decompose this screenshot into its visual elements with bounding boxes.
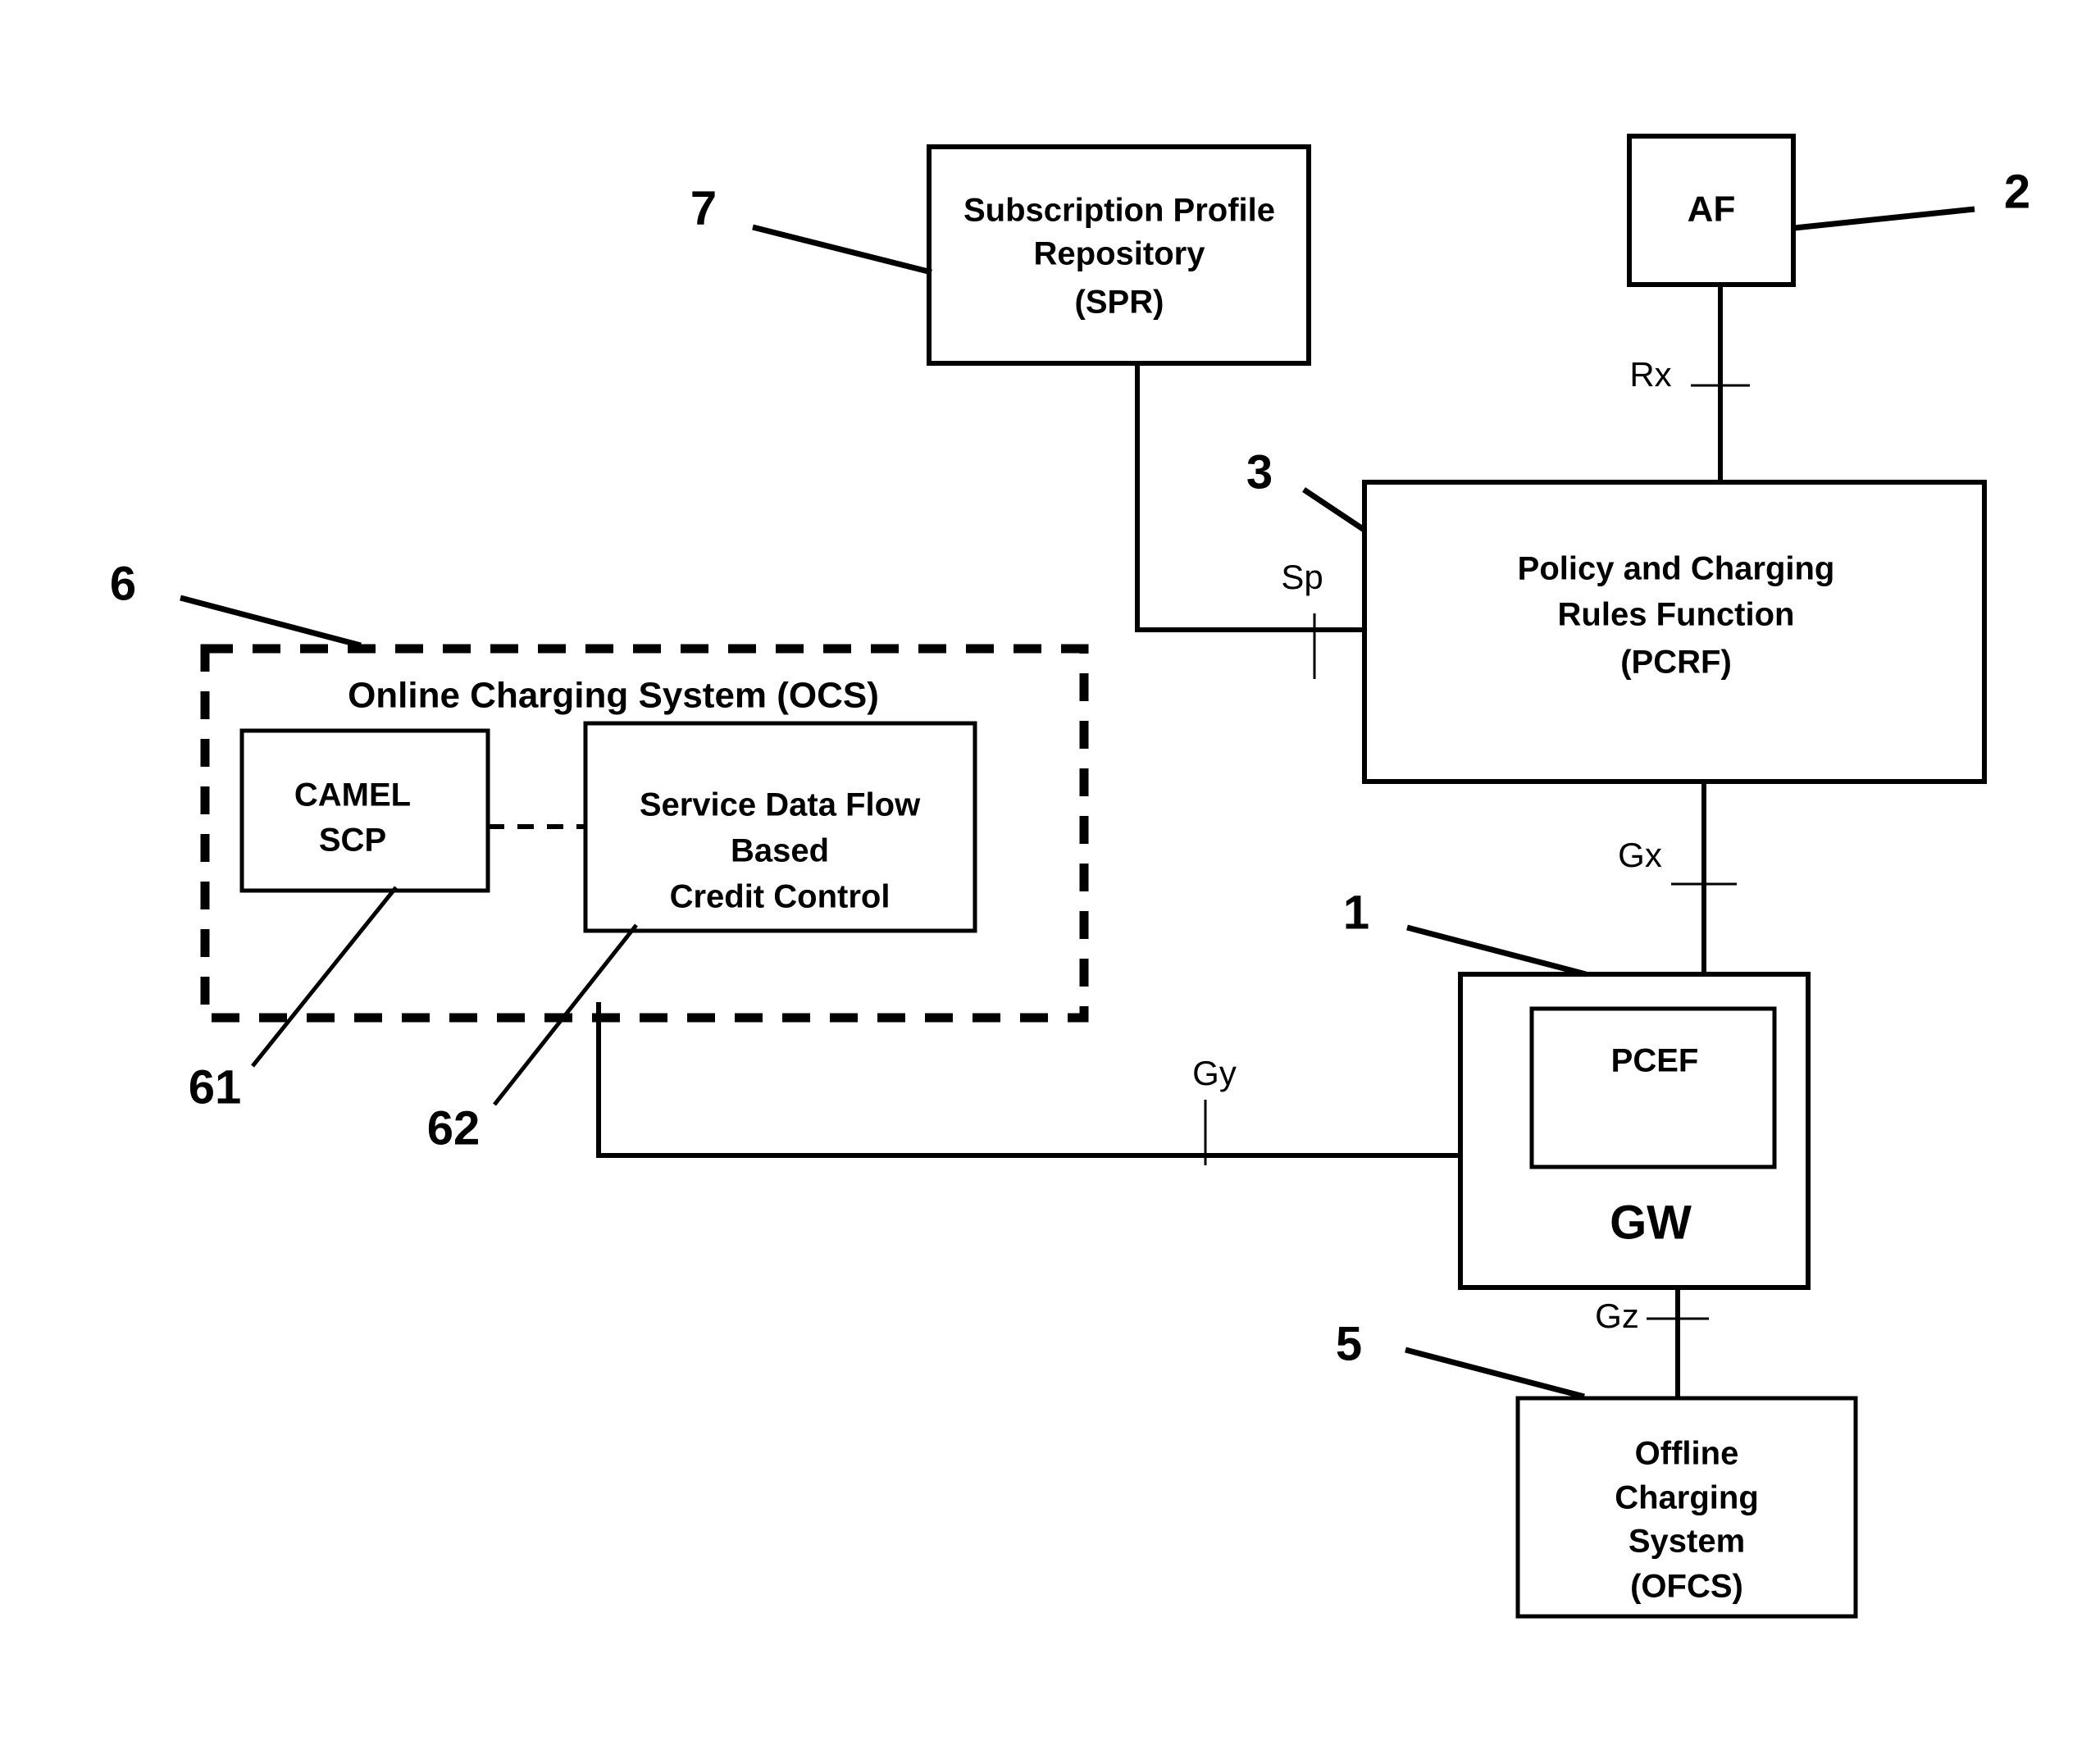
label-spr-line2: Repository	[1034, 236, 1206, 272]
label-sdf-line3: Credit Control	[670, 879, 891, 915]
ref-numeral-1: 1	[1343, 886, 1369, 939]
leader-line-3	[1302, 487, 1367, 533]
leader-line-7	[752, 224, 932, 276]
label-interface-gz: Gz	[1595, 1297, 1639, 1335]
label-sdf-line2: Based	[731, 833, 829, 869]
connection-gy-line	[596, 1002, 1460, 1158]
label-pcrf-line1: Policy and Charging	[1518, 551, 1835, 587]
label-sdf-line1: Service Data Flow	[640, 787, 921, 823]
label-pcrf-line2: Rules Function	[1558, 597, 1795, 633]
label-interface-gy: Gy	[1192, 1054, 1237, 1092]
ref-numeral-62: 62	[427, 1101, 481, 1155]
leader-line-5	[1405, 1347, 1585, 1400]
label-ocs-group-title: Online Charging System (OCS)	[348, 676, 879, 716]
label-camel-scp-line2: SCP	[319, 823, 386, 859]
label-ofcs-line2: Charging	[1615, 1480, 1759, 1516]
label-pcef: PCEF	[1611, 1043, 1699, 1079]
ref-numeral-2: 2	[2004, 165, 2030, 218]
label-pcrf-line3: (PCRF)	[1620, 645, 1732, 681]
diagram-canvas: Subscription Profile Repository (SPR) AF…	[0, 0, 2100, 1750]
label-ofcs-line4: (OFCS)	[1630, 1569, 1743, 1605]
leader-line-2	[1793, 206, 1975, 231]
pcc-architecture-diagram: Subscription Profile Repository (SPR) AF…	[110, 134, 2030, 1619]
box-pcef[interactable]	[1529, 1006, 1777, 1169]
leader-line-61	[251, 886, 398, 1068]
leader-line-6	[180, 595, 362, 649]
label-interface-gx: Gx	[1618, 836, 1662, 874]
ref-numeral-5: 5	[1336, 1317, 1362, 1370]
ref-numeral-61: 61	[189, 1060, 242, 1114]
ref-numeral-7: 7	[690, 181, 717, 235]
label-ofcs-line3: System	[1629, 1524, 1745, 1560]
ref-numeral-6: 6	[110, 557, 136, 610]
label-spr-line3: (SPR)	[1075, 285, 1164, 321]
label-ofcs-line1: Offline	[1635, 1436, 1739, 1472]
label-interface-sp: Sp	[1281, 558, 1323, 596]
label-camel-scp-line1: CAMEL	[294, 777, 411, 813]
label-interface-rx: Rx	[1629, 355, 1671, 394]
label-af: AF	[1688, 189, 1736, 230]
ref-numeral-3: 3	[1246, 445, 1273, 499]
leader-line-1	[1406, 924, 1587, 978]
label-gw: GW	[1610, 1196, 1692, 1249]
label-spr-line1: Subscription Profile	[963, 193, 1275, 229]
